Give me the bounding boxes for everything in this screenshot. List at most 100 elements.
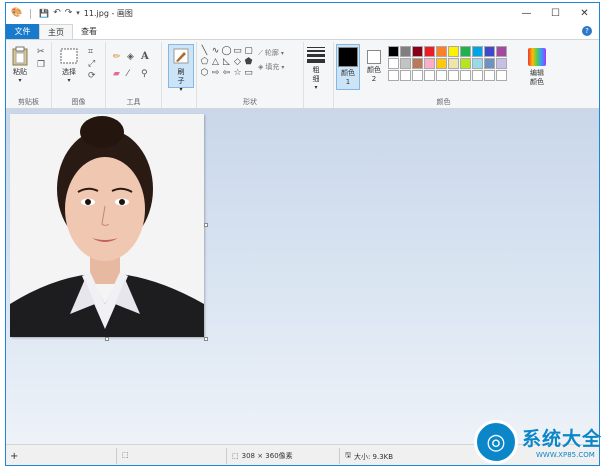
maximize-button[interactable]: ☐ xyxy=(541,3,570,24)
divider xyxy=(116,448,117,464)
resize-handle-corner[interactable] xyxy=(204,337,208,341)
chevron-down-icon: ▾ xyxy=(179,86,183,93)
cursor-position: + xyxy=(10,451,18,462)
watermark-logo-icon: ◎ xyxy=(474,420,518,464)
resize-icon[interactable]: ⤢ xyxy=(88,59,95,69)
divider xyxy=(226,448,227,464)
resize-handle-right[interactable] xyxy=(204,223,208,227)
brushes-button[interactable]: 刷子 ▾ xyxy=(168,44,194,93)
eraser-icon[interactable]: ▰ xyxy=(113,69,120,79)
watermark-text: 系统大全 xyxy=(522,428,603,450)
text-tool-icon[interactable]: A xyxy=(141,51,149,62)
crop-icon[interactable]: ⌗ xyxy=(88,47,93,57)
shape-fill-option[interactable]: ◈ 填充 ▾ xyxy=(258,62,284,72)
undo-icon[interactable]: ↶ xyxy=(53,9,61,18)
pencil-icon[interactable]: ✏ xyxy=(113,52,121,62)
watermark-subtext: WWW.XP85.COM xyxy=(536,451,595,459)
pentagon-shape-icon[interactable]: ⬟ xyxy=(243,57,254,68)
select-button[interactable]: 选择 ▾ xyxy=(58,45,80,84)
line-shape-icon[interactable]: ╲ xyxy=(199,46,210,57)
star-shape-icon[interactable]: ☆ xyxy=(232,68,243,79)
outline-icon: ⟋ xyxy=(258,48,263,57)
brushes-label: 刷子 xyxy=(177,68,185,85)
paste-button[interactable]: 粘贴 ▾ xyxy=(9,45,31,84)
chevron-down-icon: ▾ xyxy=(314,84,318,91)
arrow-left-shape-icon[interactable]: ⇦ xyxy=(221,68,232,79)
chevron-down-icon: ▾ xyxy=(280,49,284,57)
paste-label: 粘贴 xyxy=(13,68,27,76)
tab-file[interactable]: 文件 xyxy=(6,24,39,39)
brush-icon xyxy=(172,48,190,68)
disk-icon: 🖫 xyxy=(345,451,351,459)
ribbon: 粘贴 ▾ ✂ ❐ 剪贴板 选择 ▾ ⌗ ⤢ ⟳ 图像 ✏ ◈ A ▰ ⁄ ⚲ 工… xyxy=(6,39,599,109)
cut-icon[interactable]: ✂ xyxy=(37,47,45,57)
tools-group: ✏ ◈ A ▰ ⁄ ⚲ 工具 xyxy=(106,42,162,108)
divider xyxy=(339,448,340,464)
fill-label: 填充 xyxy=(265,63,280,71)
title-bar: 🎨 💾 ↶ ↷ ▾ 11.jpg - 画图 — ☐ ✕ xyxy=(6,3,599,24)
dimensions-icon: ⬚ xyxy=(232,452,239,460)
size-label: 粗细 xyxy=(312,66,320,83)
triangle-shape-icon[interactable]: △ xyxy=(210,57,221,68)
copy-icon[interactable]: ❐ xyxy=(37,60,45,70)
minimize-button[interactable]: — xyxy=(512,3,541,24)
divider xyxy=(30,8,32,19)
tab-view[interactable]: 查看 xyxy=(73,24,105,39)
image-group-label: 图像 xyxy=(71,98,86,106)
chevron-down-icon: ▾ xyxy=(281,63,285,71)
arrow-right-shape-icon[interactable]: ⇨ xyxy=(210,68,221,79)
rounded-rect-shape-icon[interactable]: ▢ xyxy=(243,46,254,57)
hexagon-shape-icon[interactable]: ⬡ xyxy=(199,68,210,79)
fill-bucket-icon: ◈ xyxy=(258,63,264,71)
window-title: 11.jpg - 画图 xyxy=(83,9,133,18)
dimensions-text: 308 × 360像素 xyxy=(241,452,293,460)
window-controls: — ☐ ✕ xyxy=(512,3,599,24)
redo-icon[interactable]: ↷ xyxy=(65,9,73,18)
clipboard-icon xyxy=(10,45,30,67)
save-icon[interactable]: 💾 xyxy=(39,9,49,18)
chevron-down-icon: ▾ xyxy=(18,77,22,84)
select-label: 选择 xyxy=(62,68,76,76)
clipboard-group: 粘贴 ▾ ✂ ❐ 剪贴板 xyxy=(6,42,52,108)
quick-access-toolbar: 🎨 💾 ↶ ↷ ▾ xyxy=(11,8,80,19)
callout-shape-icon[interactable]: ▭ xyxy=(243,68,254,79)
canvas-area[interactable] xyxy=(6,109,599,444)
file-size-text: 大小: 9.3KB xyxy=(353,452,394,461)
rotate-icon[interactable]: ⟳ xyxy=(88,71,96,81)
help-icon[interactable]: ? xyxy=(582,26,592,36)
shapes-gallery: ╲ ∿ ◯ ▭ ▢ ⬠ △ ◺ ◇ ⬟ ⬡ ⇨ ⇦ ☆ ▭ xyxy=(199,46,255,79)
outline-label: 轮廓 xyxy=(264,49,279,57)
quick-access-menu-icon[interactable]: ▾ xyxy=(76,10,80,17)
diamond-shape-icon[interactable]: ◇ xyxy=(232,57,243,68)
selection-size: ⬚ xyxy=(122,451,129,459)
portrait-image[interactable] xyxy=(10,114,204,337)
resize-handle-bottom[interactable] xyxy=(105,337,109,341)
size-button[interactable]: 粗细 ▾ xyxy=(304,44,328,91)
right-triangle-shape-icon[interactable]: ◺ xyxy=(221,57,232,68)
polygon-shape-icon[interactable]: ⬠ xyxy=(199,57,210,68)
line-width-icon xyxy=(307,47,325,63)
crosshair-icon: + xyxy=(10,451,19,462)
color-picker-icon[interactable]: ⁄ xyxy=(127,69,129,79)
colors-group-label: 颜色 xyxy=(436,98,451,106)
paint-window: 🎨 💾 ↶ ↷ ▾ 11.jpg - 画图 — ☐ ✕ 文件 主页 查看 ? 粘… xyxy=(5,2,600,466)
magnifier-icon[interactable]: ⚲ xyxy=(141,69,148,79)
oval-shape-icon[interactable]: ◯ xyxy=(221,46,232,57)
rectangle-shape-icon[interactable]: ▭ xyxy=(232,46,243,57)
tab-home[interactable]: 主页 xyxy=(39,24,73,39)
shapes-group-label: 形状 xyxy=(243,98,257,106)
close-button[interactable]: ✕ xyxy=(570,3,599,24)
shape-outline-option[interactable]: ⟋ 轮廓 ▾ xyxy=(258,48,284,58)
fill-icon[interactable]: ◈ xyxy=(127,52,134,62)
select-icon xyxy=(59,45,79,67)
file-size: 🖫 大小: 9.3KB xyxy=(345,451,393,462)
colors-group: 颜色 xyxy=(333,42,553,108)
ribbon-tabs: 文件 主页 查看 ? xyxy=(6,24,599,39)
clipboard-group-label: 剪贴板 xyxy=(18,98,39,106)
paint-app-icon: 🎨 xyxy=(11,8,23,18)
chevron-down-icon: ▾ xyxy=(67,77,71,84)
curve-shape-icon[interactable]: ∿ xyxy=(210,46,221,57)
image-group: 选择 ▾ ⌗ ⤢ ⟳ 图像 xyxy=(52,42,106,108)
selection-icon: ⬚ xyxy=(122,451,129,459)
tools-group-label: 工具 xyxy=(126,98,141,106)
